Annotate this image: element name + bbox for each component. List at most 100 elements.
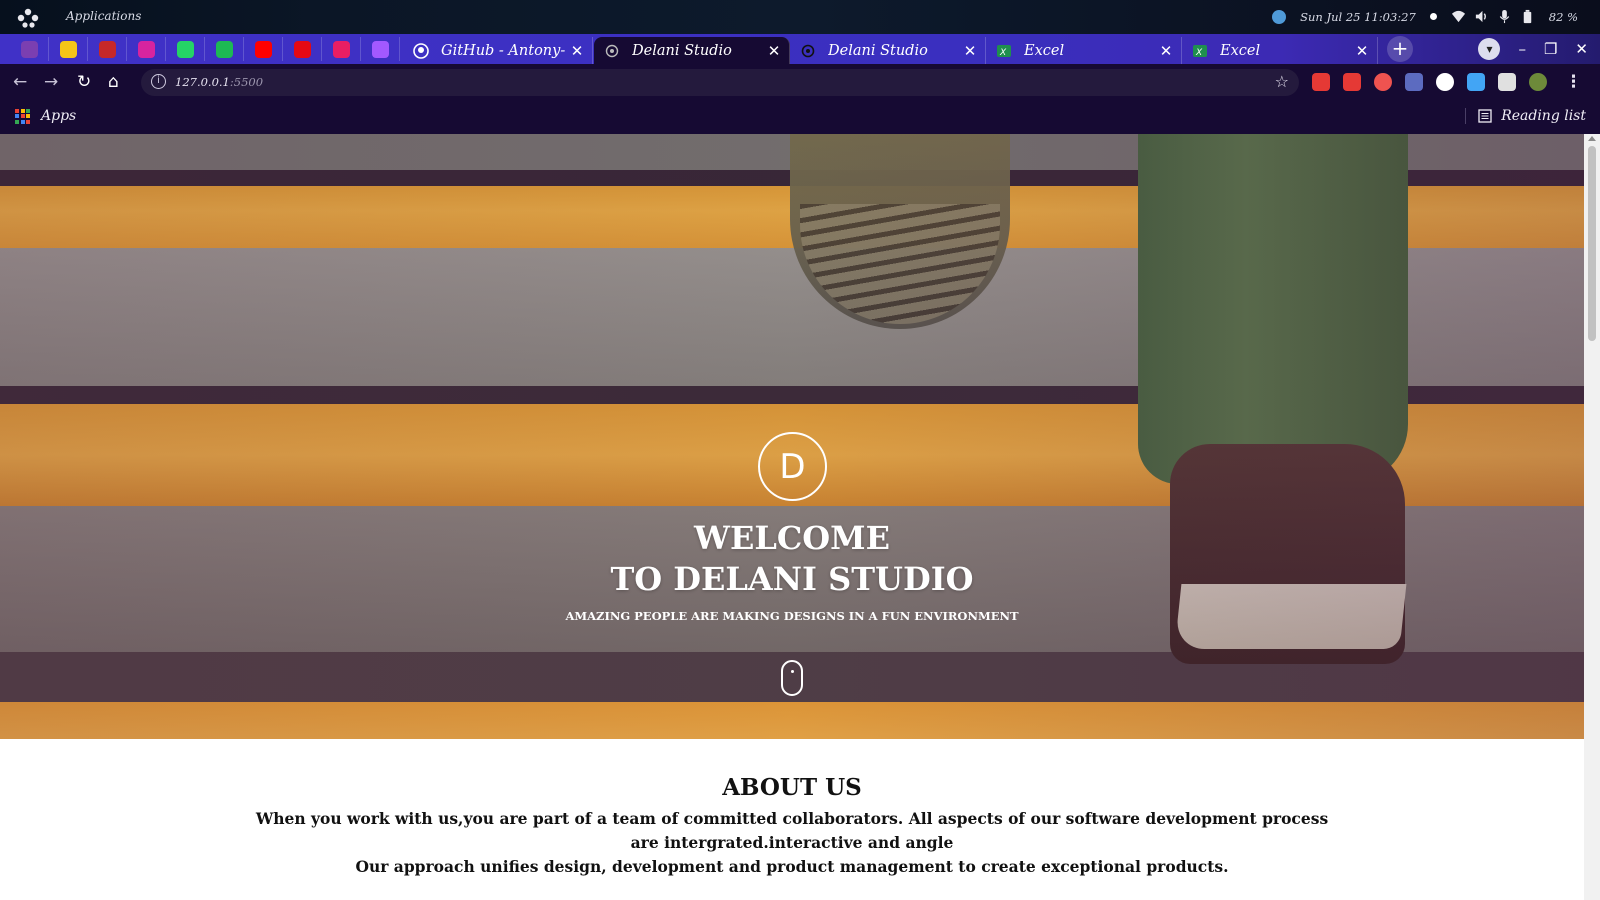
minimize-icon[interactable]: –	[1518, 40, 1526, 58]
google-translate-icon[interactable]	[1405, 73, 1423, 91]
page-viewport: D WELCOME TO DELANI STUDIO AMAZING PEOPL…	[0, 134, 1584, 900]
tab-excel-1[interactable]: X Excel ✕	[986, 37, 1182, 64]
pinned-tab-figma[interactable]	[361, 37, 400, 61]
scroll-mouse-icon[interactable]	[781, 660, 803, 696]
excel-icon: X	[1192, 43, 1208, 59]
site-info-icon[interactable]: i	[151, 74, 166, 89]
address-bar[interactable]: i 127.0.0.1:5500 ☆	[141, 69, 1299, 96]
clock[interactable]: Sun Jul 25 11:03:27	[1300, 10, 1416, 24]
tab-title: GitHub - Antony-me	[441, 42, 566, 59]
reading-list-icon	[1478, 109, 1492, 123]
window-controls: ▾ – ❐ ✕	[1478, 38, 1588, 60]
pinned-tab-1[interactable]	[10, 37, 49, 61]
pinned-tab-spotify[interactable]	[205, 37, 244, 61]
hero-title-line1: WELCOME	[694, 519, 890, 557]
volume-icon[interactable]	[1474, 9, 1489, 24]
microphone-icon[interactable]	[1497, 9, 1512, 24]
home-icon[interactable]: ⌂	[108, 72, 119, 92]
browser-toolbar: ← → ↻ ⌂ i 127.0.0.1:5500 ☆ ⋮	[0, 64, 1600, 100]
tab-title: Delani Studio	[828, 42, 928, 59]
os-top-panel: Applications Sun Jul 25 11:03:27 82 %	[0, 0, 1600, 34]
tab-delani-studio[interactable]: Delani Studio ✕	[790, 37, 986, 64]
battery-percentage: 82 %	[1548, 9, 1578, 24]
profile-avatar[interactable]	[1529, 73, 1547, 91]
scrollbar-thumb[interactable]	[1588, 146, 1596, 341]
pinned-tab-1-icon	[20, 40, 38, 58]
pinned-tabs	[10, 37, 400, 61]
reload-icon[interactable]: ↻	[77, 72, 91, 92]
reading-list-label: Reading list	[1501, 108, 1586, 124]
new-tab-button[interactable]: +	[1387, 36, 1413, 62]
tab-delani-studio-active[interactable]: Delani Studio ✕	[594, 37, 790, 64]
pinned-tab-instagram[interactable]	[127, 37, 166, 61]
delani-favicon-icon	[800, 43, 816, 59]
hero-title: WELCOME TO DELANI STUDIO	[0, 518, 1584, 600]
pinned-tab-netflix-icon	[293, 40, 311, 58]
pinned-tab-figma-icon	[371, 40, 389, 58]
github-icon	[413, 42, 429, 59]
close-tab-icon[interactable]: ✕	[566, 42, 588, 60]
tab-title: Delani Studio	[632, 42, 732, 59]
extensions-puzzle-icon[interactable]	[1498, 73, 1516, 91]
back-icon[interactable]: ←	[13, 72, 27, 92]
tab-strip: GitHub - Antony-me ✕ Delani Studio ✕ Del…	[0, 34, 1600, 64]
bookmarks-bar: Apps Reading list	[0, 100, 1600, 134]
close-tab-icon[interactable]: ✕	[763, 42, 785, 60]
pinned-tab-youtube[interactable]	[244, 37, 283, 61]
pinned-tab-9[interactable]	[322, 37, 361, 61]
bookmark-star-icon[interactable]: ☆	[1275, 72, 1289, 91]
delani-favicon-icon	[604, 43, 620, 59]
system-tray: Sun Jul 25 11:03:27 82 %	[1272, 9, 1578, 24]
telegram-tray-icon[interactable]	[1272, 9, 1287, 24]
reading-list-button[interactable]: Reading list	[1465, 108, 1586, 124]
pinned-tab-3-icon	[98, 40, 116, 58]
applications-menu-label[interactable]: Applications	[66, 9, 141, 23]
forward-icon[interactable]: →	[44, 72, 58, 92]
restore-icon[interactable]: ❐	[1544, 40, 1557, 58]
extension-icon[interactable]	[1312, 73, 1330, 91]
close-tab-icon[interactable]: ✕	[1155, 42, 1177, 60]
about-paragraph-1: When you work with us,you are part of a …	[255, 809, 1329, 852]
studio-logo: D	[758, 432, 827, 501]
extension-icon[interactable]	[1436, 73, 1454, 91]
pinned-tab-netflix[interactable]	[283, 37, 322, 61]
pinned-tab-imdb[interactable]	[49, 37, 88, 61]
tab-search-icon[interactable]: ▾	[1478, 38, 1501, 60]
hero-section: D WELCOME TO DELANI STUDIO AMAZING PEOPL…	[0, 134, 1584, 739]
applications-menu-icon[interactable]	[17, 8, 39, 28]
close-window-icon[interactable]: ✕	[1575, 40, 1588, 58]
pinned-tab-youtube-icon	[254, 40, 272, 58]
pinned-tab-spotify-icon	[215, 40, 233, 58]
pinned-tab-whatsapp-icon	[176, 40, 194, 58]
apps-label: Apps	[41, 108, 77, 124]
pinned-tab-3[interactable]	[88, 37, 127, 61]
tab-excel-2[interactable]: X Excel ✕	[1182, 37, 1378, 64]
browser-menu-icon[interactable]: ⋮	[1565, 72, 1582, 92]
tab-title: Excel	[1220, 42, 1261, 59]
hero-subtitle: AMAZING PEOPLE ARE MAKING DESIGNS IN A F…	[565, 609, 1019, 623]
hero-title-line2: TO DELANI STUDIO	[610, 560, 974, 598]
apps-grid-icon	[15, 108, 30, 124]
tab-github[interactable]: GitHub - Antony-me ✕	[403, 37, 593, 64]
bookmark-apps[interactable]: Apps	[15, 108, 76, 124]
scroll-up-arrow-icon[interactable]	[1588, 136, 1596, 141]
svg-text:X: X	[999, 48, 1007, 58]
pinned-tab-whatsapp[interactable]	[166, 37, 205, 61]
about-paragraph-2: Our approach unifies design, development…	[355, 857, 1229, 876]
wifi-icon[interactable]	[1451, 9, 1466, 24]
extension-icon[interactable]	[1467, 73, 1485, 91]
tab-title: Excel	[1024, 42, 1065, 59]
close-tab-icon[interactable]: ✕	[1351, 42, 1373, 60]
extension-icon[interactable]	[1343, 73, 1361, 91]
svg-text:X: X	[1195, 48, 1203, 58]
pinned-tab-instagram-icon	[137, 40, 155, 58]
about-title: ABOUT US	[722, 774, 862, 801]
notification-dot-icon	[1429, 13, 1437, 20]
extension-icons	[1312, 73, 1547, 91]
battery-icon[interactable]	[1520, 9, 1535, 24]
pinned-tab-9-icon	[332, 40, 350, 58]
page-scrollbar[interactable]	[1584, 134, 1600, 900]
extension-icon[interactable]	[1374, 73, 1392, 91]
url-text[interactable]: 127.0.0.1:5500	[175, 75, 263, 89]
close-tab-icon[interactable]: ✕	[959, 42, 981, 60]
